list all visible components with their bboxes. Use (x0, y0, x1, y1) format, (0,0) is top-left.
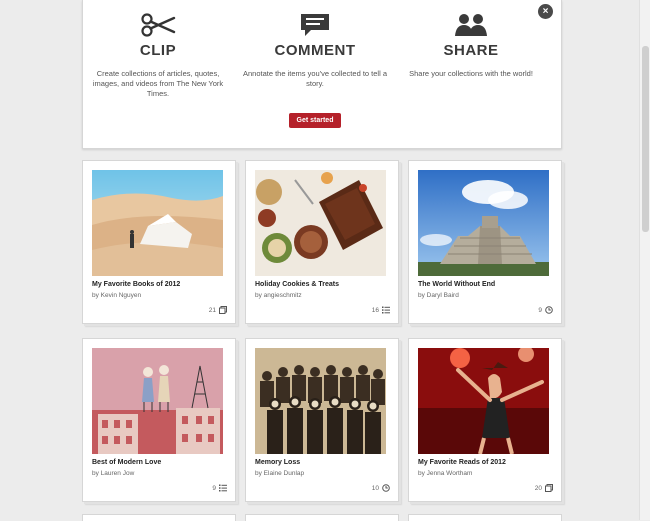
collection-author[interactable]: by angieschmitz (255, 292, 302, 299)
collection-thumbnail[interactable] (255, 348, 386, 454)
collection-thumbnail[interactable] (92, 348, 223, 454)
feature-description: Create collections of articles, quotes, … (92, 69, 224, 98)
get-started-button[interactable]: Get started (289, 113, 341, 128)
collection-thumbnail[interactable] (255, 170, 386, 276)
item-count: 16 (371, 306, 379, 314)
scrollbar-thumb[interactable] (642, 46, 649, 232)
clip-stack-icon (219, 306, 227, 314)
collection-author[interactable]: by Lauren Jow (92, 470, 134, 477)
collection-thumbnail[interactable] (418, 348, 549, 454)
feature-description: Share your collections with the world! (409, 69, 533, 78)
people-icon (396, 8, 546, 42)
feature-title: COMMENT (274, 42, 356, 59)
intro-panel: CLIP Create collections of articles, quo… (82, 0, 562, 149)
collection-card[interactable]: My Favorite Reads of 2012 by Jenna Worth… (408, 338, 562, 502)
item-count: 20 (534, 484, 542, 492)
collection-thumbnail[interactable] (92, 170, 223, 276)
collection-author[interactable]: by Kevin Nguyen (92, 292, 141, 299)
feature-title: CLIP (139, 42, 177, 59)
collection-title[interactable]: The World Without End (418, 281, 495, 288)
collection-count: 16 (372, 306, 390, 314)
speech-bubble-icon (240, 8, 390, 42)
item-count: 9 (538, 306, 542, 314)
collection-title[interactable]: My Favorite Books of 2012 (92, 281, 180, 288)
collection-count: 10 (372, 484, 390, 492)
collection-author[interactable]: by Elaine Dunlap (255, 470, 304, 477)
collection-author[interactable]: by Daryl Baird (418, 292, 459, 299)
clock-icon (545, 306, 553, 314)
collection-thumbnail[interactable] (418, 170, 549, 276)
collection-title[interactable]: My Favorite Reads of 2012 (418, 459, 506, 466)
collection-count: 9 (538, 306, 553, 314)
collection-card[interactable]: My Favorite Books of 2012 by Kevin Nguye… (82, 160, 236, 324)
item-count: 9 (212, 484, 216, 492)
collection-count: 20 (535, 484, 553, 492)
collection-card[interactable]: Holiday Cookies & Treats by angieschmitz… (245, 160, 399, 324)
collection-count: 21 (209, 306, 227, 314)
list-icon (382, 306, 390, 314)
feature-description: Annotate the items you've collected to t… (242, 69, 388, 88)
clock-icon (382, 484, 390, 492)
collection-title[interactable]: Best of Modern Love (92, 459, 161, 466)
collection-title[interactable]: Memory Loss (255, 459, 300, 466)
scissors-icon (83, 8, 233, 42)
collection-count: 9 (212, 484, 227, 492)
feature-title: SHARE (443, 42, 499, 59)
feature-clip: CLIP Create collections of articles, quo… (83, 0, 233, 99)
collection-author[interactable]: by Jenna Wortham (418, 470, 472, 477)
item-count: 10 (371, 484, 379, 492)
collection-card[interactable]: The World Without End by Daryl Baird 9 (408, 160, 562, 324)
item-count: 21 (208, 306, 216, 314)
collection-title[interactable]: Holiday Cookies & Treats (255, 281, 339, 288)
list-icon (219, 484, 227, 492)
collection-card[interactable]: Best of Modern Love by Lauren Jow 9 (82, 338, 236, 502)
clip-stack-icon (545, 484, 553, 492)
feature-comment: COMMENT Annotate the items you've collec… (240, 0, 390, 89)
page-scrollbar[interactable] (639, 0, 650, 520)
close-icon[interactable]: × (538, 4, 553, 19)
collection-card[interactable]: Memory Loss by Elaine Dunlap 10 (245, 338, 399, 502)
feature-share: SHARE Share your collections with the wo… (396, 0, 546, 79)
